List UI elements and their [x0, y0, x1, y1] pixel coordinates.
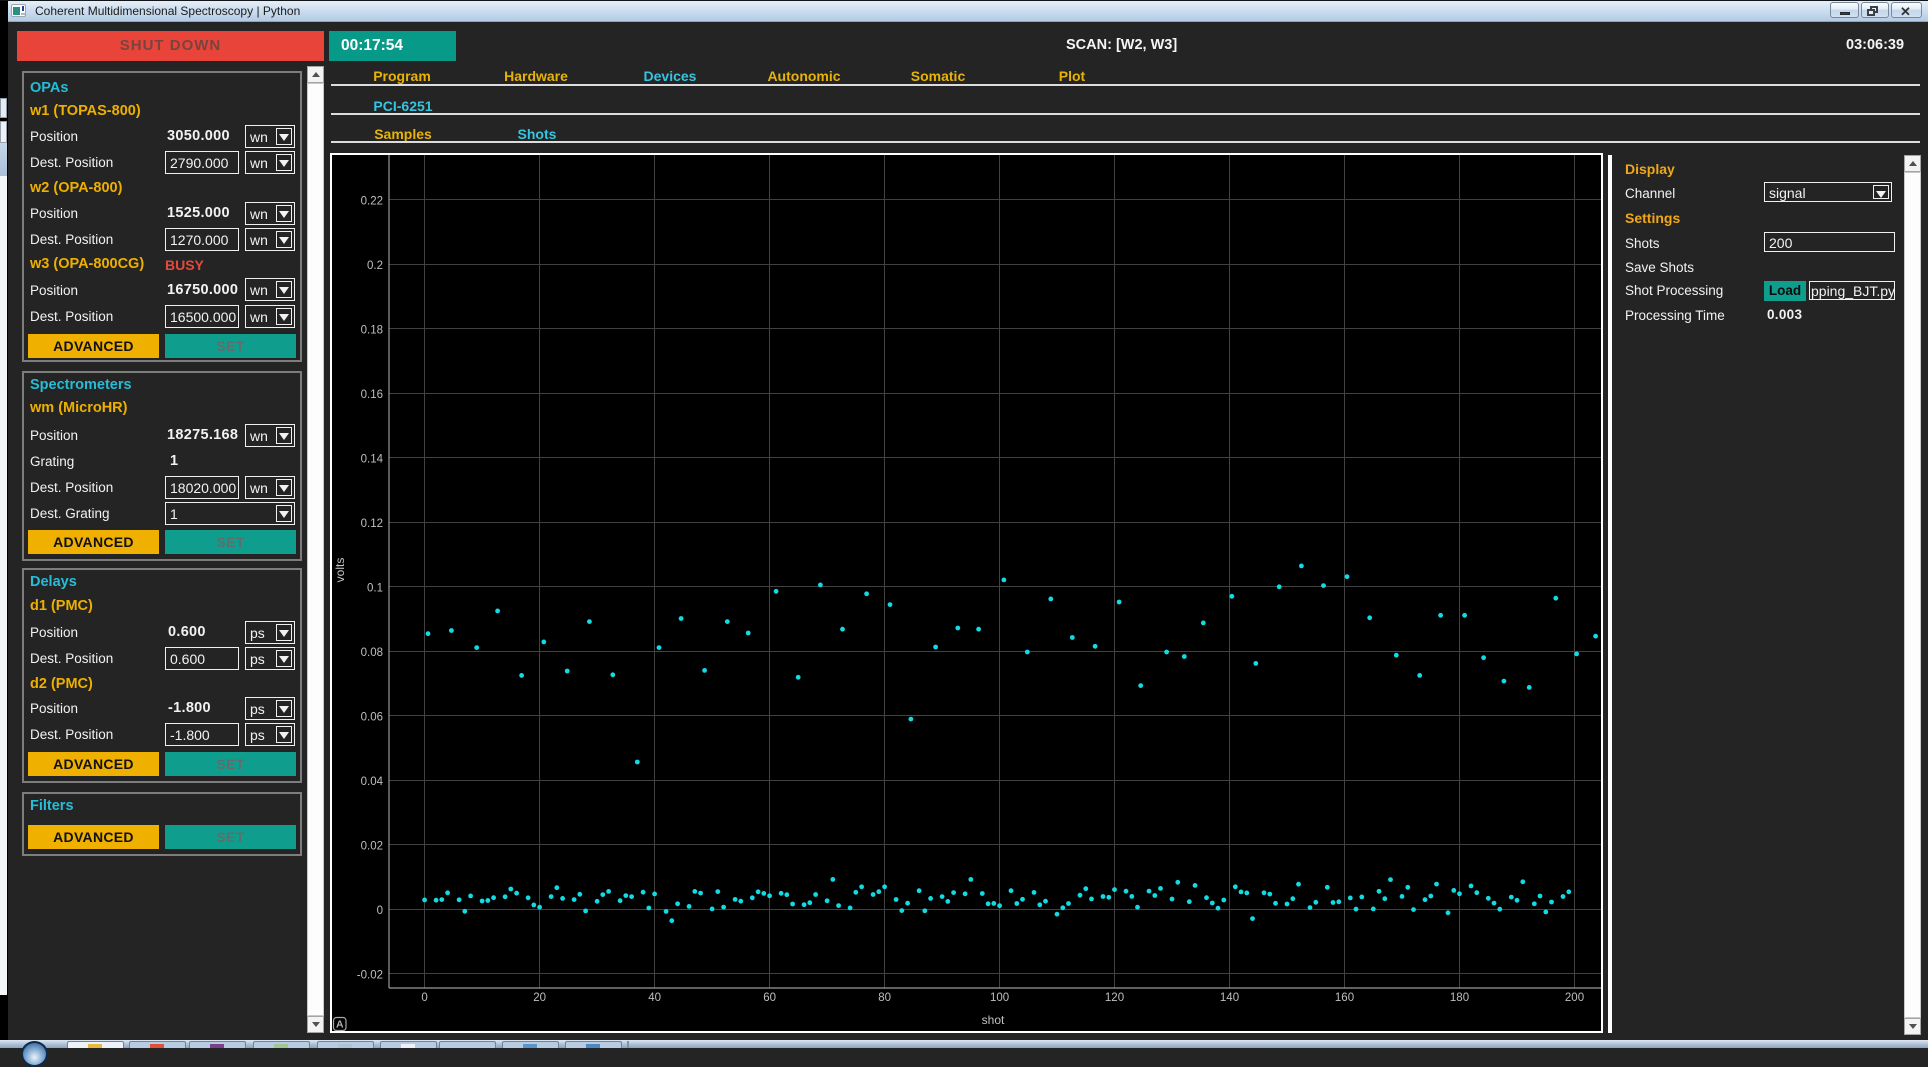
svg-text:0.22: 0.22: [361, 196, 383, 208]
svg-text:-0.02: -0.02: [357, 970, 383, 982]
svg-text:A: A: [336, 1019, 344, 1031]
svg-text:0.16: 0.16: [361, 389, 383, 401]
svg-text:60: 60: [763, 992, 776, 1004]
svg-text:0.14: 0.14: [361, 454, 384, 466]
svg-text:0: 0: [421, 992, 427, 1004]
svg-text:40: 40: [648, 992, 661, 1004]
svg-text:120: 120: [1105, 992, 1124, 1004]
svg-text:0.04: 0.04: [361, 776, 384, 788]
svg-text:0.02: 0.02: [361, 841, 383, 853]
svg-text:volts: volts: [333, 558, 347, 583]
svg-text:0.12: 0.12: [361, 518, 383, 530]
svg-text:shot: shot: [982, 1013, 1005, 1027]
svg-text:100: 100: [990, 992, 1009, 1004]
svg-text:80: 80: [878, 992, 891, 1004]
svg-text:180: 180: [1450, 992, 1469, 1004]
svg-text:0: 0: [377, 905, 383, 917]
svg-text:160: 160: [1335, 992, 1354, 1004]
svg-text:0.18: 0.18: [361, 325, 383, 337]
svg-text:0.1: 0.1: [367, 583, 383, 595]
svg-text:0.08: 0.08: [361, 647, 383, 659]
svg-text:140: 140: [1220, 992, 1239, 1004]
svg-text:200: 200: [1565, 992, 1584, 1004]
svg-text:20: 20: [533, 992, 546, 1004]
svg-text:0.06: 0.06: [361, 712, 383, 724]
svg-text:0.2: 0.2: [367, 260, 383, 272]
